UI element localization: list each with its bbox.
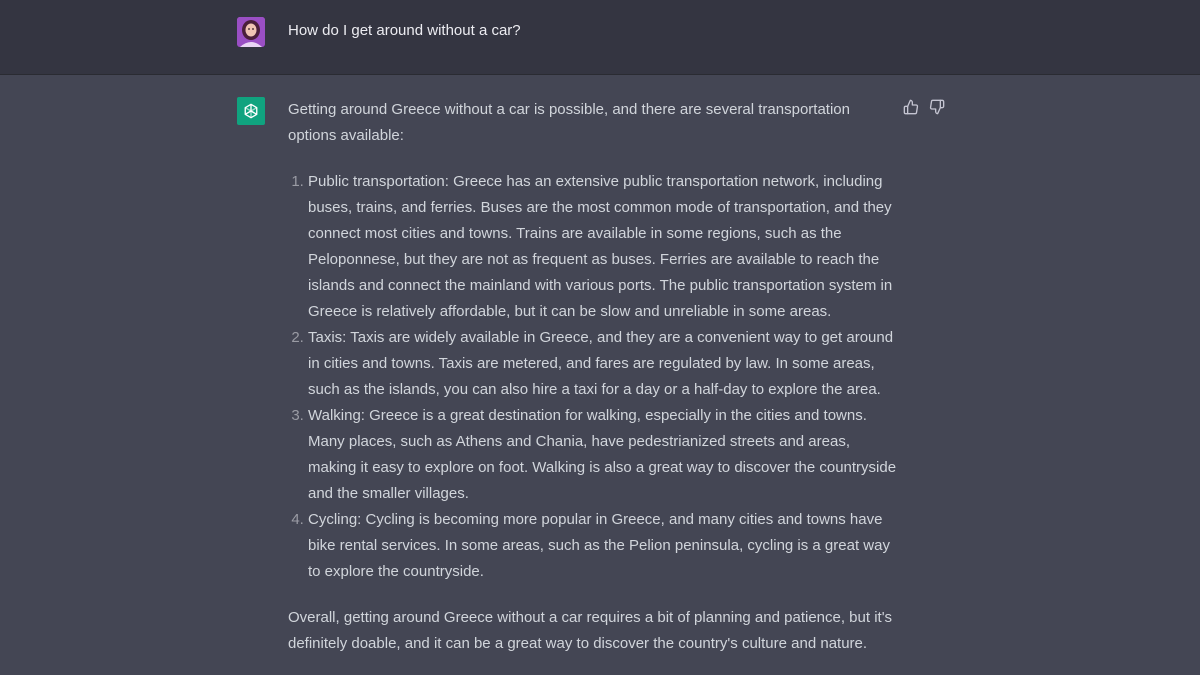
thumbs-up-icon[interactable] <box>903 99 921 117</box>
user-message-text: How do I get around without a car? <box>288 22 521 39</box>
transport-options-list: Public transportation: Greece has an ext… <box>288 169 898 585</box>
list-item: Public transportation: Greece has an ext… <box>308 169 898 325</box>
list-item: Walking: Greece is a great destination f… <box>308 403 898 507</box>
list-item: Cycling: Cycling is becoming more popula… <box>308 507 898 585</box>
answer-conclusion: Overall, getting around Greece without a… <box>288 609 893 652</box>
list-item: Taxis: Taxis are widely available in Gre… <box>308 325 898 403</box>
answer-intro: Getting around Greece without a car is p… <box>288 101 850 144</box>
user-avatar <box>237 17 265 47</box>
assistant-message-content: Getting around Greece without a car is p… <box>288 97 898 657</box>
openai-logo-icon <box>237 97 265 125</box>
user-message-row: How do I get around without a car? <box>0 0 1200 75</box>
assistant-message-row: Getting around Greece without a car is p… <box>0 75 1200 675</box>
thumbs-down-icon[interactable] <box>929 99 947 117</box>
